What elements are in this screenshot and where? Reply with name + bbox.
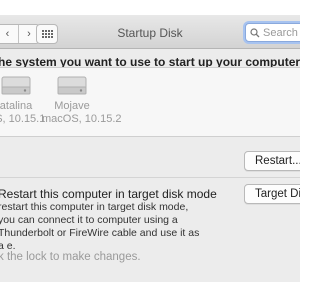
disk-name: Mojave xyxy=(54,100,90,112)
startup-disk-window: ‹ › Startup Disk the system you want to … xyxy=(0,15,300,282)
restart-button[interactable]: Restart... xyxy=(244,151,300,171)
divider xyxy=(0,177,300,178)
lock-message: k the lock to make changes. xyxy=(0,251,141,263)
target-disk-mode-title: Restart this computer in target disk mod… xyxy=(0,187,217,201)
search-input[interactable] xyxy=(263,26,300,39)
search-field[interactable] xyxy=(245,23,300,42)
disk-os-version: macOS, 10.15.2 xyxy=(42,113,122,125)
target-disk-mode-button[interactable]: Target Disk M xyxy=(244,184,300,204)
hard-drive-icon xyxy=(1,76,31,95)
disk-item-catalina[interactable]: atalina OS, 10.15.1 xyxy=(0,74,46,126)
disk-os-version: OS, 10.15.1 xyxy=(0,113,46,125)
search-icon xyxy=(250,27,260,37)
hard-drive-icon xyxy=(57,76,87,95)
disk-list: atalina OS, 10.15.1 Mojave macOS, 10.15.… xyxy=(0,67,300,137)
target-disk-mode-description: restart this computer in target disk mod… xyxy=(0,201,200,252)
disk-item-mojave[interactable]: Mojave macOS, 10.15.2 xyxy=(42,74,122,126)
toolbar: ‹ › Startup Disk xyxy=(0,15,300,49)
disk-name: atalina xyxy=(0,100,33,112)
